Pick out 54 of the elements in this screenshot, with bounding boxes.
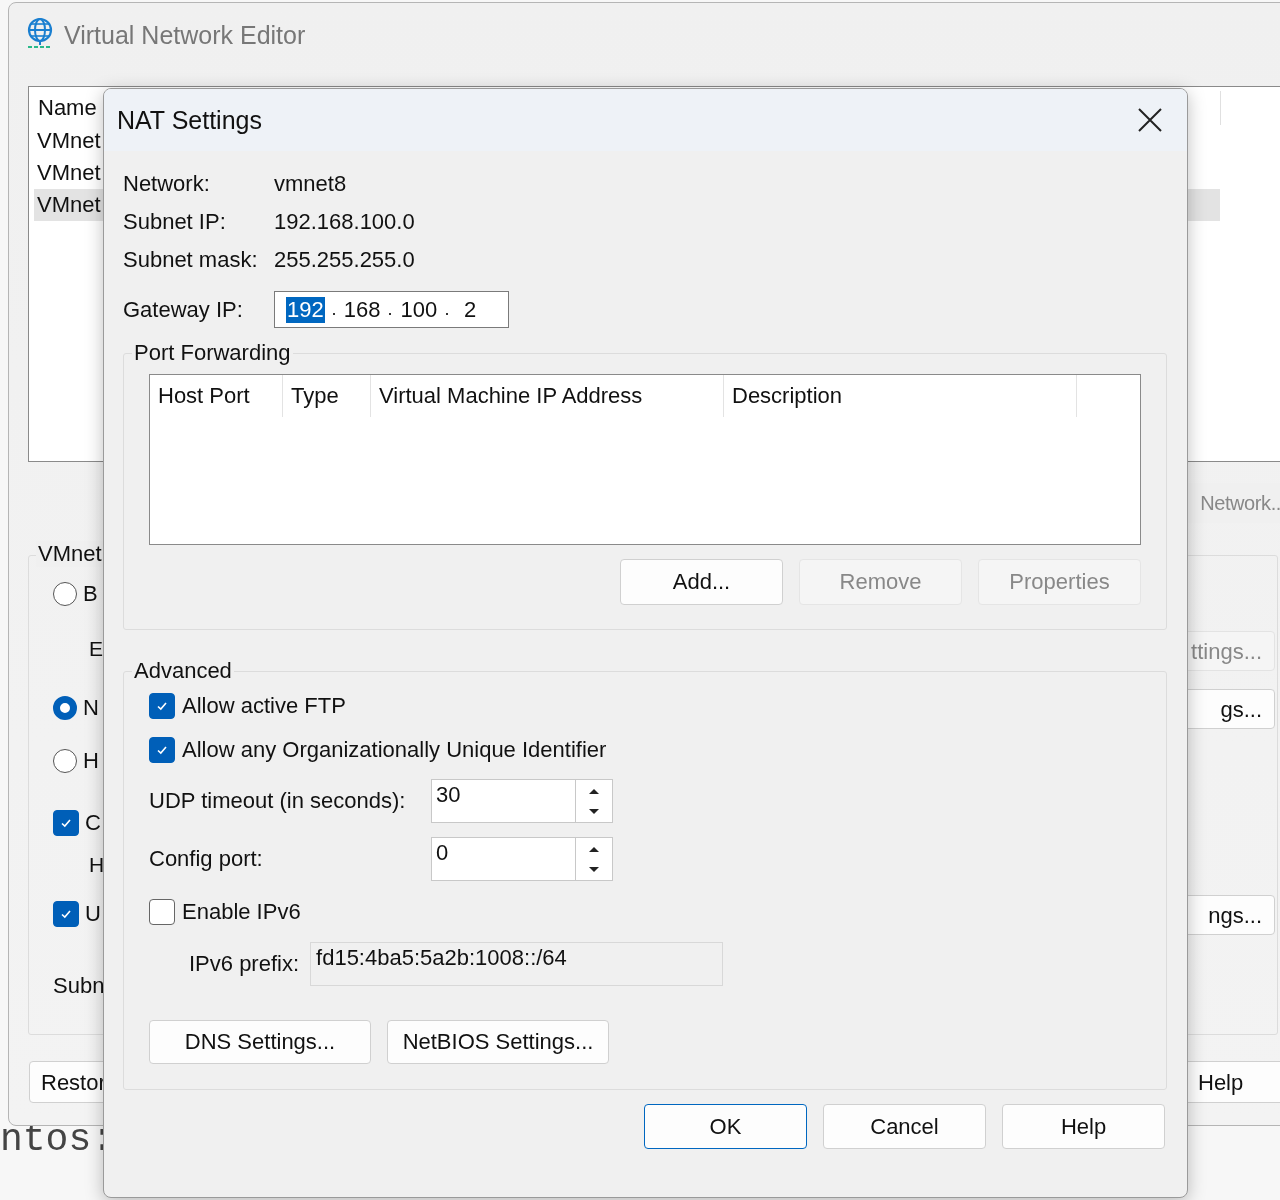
field-label: Network:	[123, 171, 210, 197]
column-header[interactable]: Type	[283, 375, 371, 417]
settings-button[interactable]: DNS Settings...	[149, 1020, 371, 1064]
field-value: 255.255.255.0	[274, 247, 415, 273]
checkbox[interactable]	[149, 737, 175, 763]
field-label: Subnet mask:	[123, 247, 258, 273]
bridge-label: E	[89, 637, 103, 661]
field-label: IPv6 prefix:	[189, 951, 300, 977]
host-label: H	[89, 853, 105, 877]
field-label: Config port:	[149, 846, 264, 872]
field-label: Subnet IP:	[123, 209, 226, 235]
up-arrow-icon[interactable]	[588, 786, 600, 795]
field-label: Gateway IP:	[123, 296, 243, 323]
checkbox[interactable]	[53, 901, 79, 927]
column-header[interactable]: Host Port	[150, 375, 283, 417]
radio-button[interactable]	[53, 749, 77, 773]
dialog-button[interactable]: OK	[644, 1104, 807, 1149]
up-arrow-icon[interactable]	[588, 844, 600, 853]
radio-label: B	[83, 581, 98, 607]
subnet-label: Subn	[53, 973, 105, 999]
checkbox[interactable]	[53, 810, 79, 836]
number-spinner[interactable]: 30	[431, 779, 613, 823]
globe-icon	[25, 17, 55, 49]
window-title: Virtual Network Editor	[64, 21, 306, 50]
checkbox[interactable]	[149, 693, 175, 719]
radio-label: H	[83, 748, 99, 774]
radio-button[interactable]	[53, 696, 77, 720]
field-value: 192.168.100.0	[274, 209, 415, 235]
down-arrow-icon[interactable]	[588, 807, 600, 816]
checkbox-label: U	[85, 901, 101, 927]
ip-address-field[interactable]: 192 168 100 2	[274, 291, 509, 328]
checkbox-label: Enable IPv6	[182, 899, 301, 925]
checkbox-label: Allow active FTP	[182, 693, 346, 719]
checkbox[interactable]	[149, 899, 175, 925]
dialog-title: NAT Settings	[117, 105, 262, 135]
field-label: UDP timeout (in seconds):	[149, 788, 407, 814]
terminal-text: ntos:	[0, 1118, 115, 1161]
action-button[interactable]: Add...	[620, 559, 783, 605]
dialog-button[interactable]: Cancel	[823, 1104, 986, 1149]
dialog-button[interactable]: Help	[1002, 1104, 1165, 1149]
settings-button[interactable]: NetBIOS Settings...	[387, 1020, 609, 1064]
radio-button[interactable]	[53, 582, 77, 606]
radio-label: N	[83, 695, 99, 721]
column-header[interactable]: Name	[34, 91, 101, 125]
column-header[interactable]: Description	[724, 375, 1077, 417]
group-title: Advanced	[133, 658, 233, 684]
column-header[interactable]: Virtual Machine IP Address	[371, 375, 724, 417]
number-spinner[interactable]: 0	[431, 837, 613, 881]
checkbox-label: C	[85, 810, 101, 836]
group-title: Port Forwarding	[133, 340, 292, 366]
checkbox-label: Allow any Organizationally Unique Identifier	[182, 737, 607, 763]
down-arrow-icon[interactable]	[588, 865, 600, 874]
field-value: vmnet8	[274, 171, 347, 197]
close-icon[interactable]	[1137, 107, 1163, 133]
